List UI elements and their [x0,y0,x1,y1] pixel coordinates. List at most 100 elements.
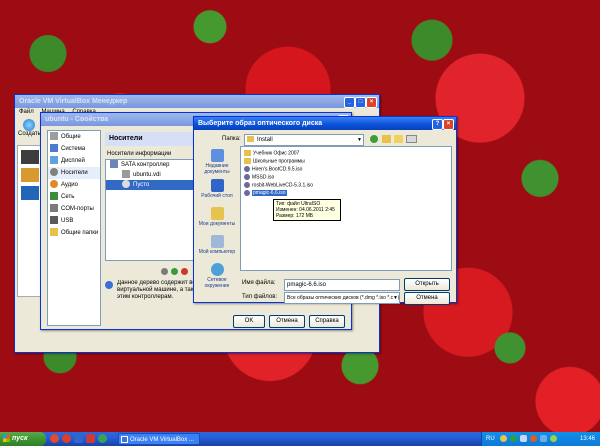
network-places-icon [210,263,224,276]
desktop-icon [210,179,224,192]
start-label: пуск [12,435,28,442]
maximize-button[interactable]: □ [355,97,366,108]
quicklaunch-icon[interactable] [98,434,107,443]
display-icon [50,156,58,165]
help-button[interactable]: Справка [309,315,345,328]
disc-image-icon [244,182,250,188]
quicklaunch-icon[interactable] [62,434,71,443]
storage-tree-header: Носители информации [107,151,172,157]
tray-icon[interactable] [500,435,507,442]
back-icon[interactable] [370,135,378,143]
file-tooltip: Тип: файл UltraISO Изменен: 04.06.2011 2… [273,199,341,221]
file-dialog-title: Выберите образ оптического диска [198,120,323,127]
quicklaunch-icon[interactable] [86,434,95,443]
settings-category-list: Общие Система Дисплей Носители Аудио Сет… [47,130,101,326]
file-dialog: Выберите образ оптического диска ? × Пап… [193,116,457,305]
filetype-label: Тип файлов: [242,294,278,300]
tooltip-size: Размер: 172 МБ [276,213,314,219]
remove-attachment-icon[interactable] [181,268,188,275]
place-my-computer[interactable]: Мой компьютер [197,235,237,255]
com-port-icon [50,204,58,213]
place-my-documents[interactable]: Мои документы [197,207,237,227]
category-display[interactable]: Дисплей [48,155,100,167]
add-controller-icon[interactable] [161,268,168,275]
clock[interactable]: 13:46 [580,432,595,446]
list-item[interactable]: MSSD.iso [244,174,274,180]
cd-icon [122,180,130,189]
file-dialog-titlebar[interactable]: Выберите образ оптического диска ? × [194,117,456,130]
audio-icon [50,180,58,189]
close-button[interactable]: × [443,119,454,130]
category-audio[interactable]: Аудио [48,179,100,191]
list-item[interactable]: pmagic-6.6.iso [244,190,287,197]
open-button[interactable]: Открыть [404,278,450,291]
start-button[interactable]: пуск [0,432,46,446]
vm-item[interactable] [21,186,39,200]
place-recent[interactable]: Недавние документы [197,149,237,175]
ok-button[interactable]: OK [233,315,265,328]
view-menu-icon[interactable] [406,135,417,143]
cancel-button[interactable]: Отмена [269,315,305,328]
windows-logo-icon [3,435,10,442]
tray-icon[interactable] [540,435,547,442]
quick-launch [50,434,114,444]
vm-item[interactable] [21,150,39,164]
vm-item[interactable] [21,168,39,182]
add-attachment-icon[interactable] [171,268,178,275]
folder-icon [244,150,251,156]
storage-icon [50,168,58,177]
system-icon [50,144,58,153]
chevron-down-icon: ▼ [357,137,362,143]
list-item[interactable]: Учебник Офис 2007 [244,150,299,156]
cancel-button[interactable]: Отмена [404,292,450,305]
taskbar-item-virtualbox[interactable]: Oracle VM VirtualBox ... [118,433,200,445]
category-storage[interactable]: Носители [48,167,100,179]
quicklaunch-icon[interactable] [74,434,83,443]
up-folder-icon[interactable] [382,135,391,143]
tray-icon[interactable] [550,435,557,442]
my-computer-icon [210,235,224,248]
filename-label: Имя файла: [242,280,276,286]
category-general[interactable]: Общие [48,131,100,143]
place-network[interactable]: Сетевое окружение [197,263,237,289]
disc-image-icon [244,190,250,196]
tray-icon[interactable] [530,435,537,442]
help-icon[interactable]: ? [432,119,443,130]
category-usb[interactable]: USB [48,215,100,227]
taskbar: пуск Oracle VM VirtualBox ... RU 13:46 [0,432,600,446]
settings-title: ubuntu - Свойства [45,116,109,123]
shared-folder-icon [50,228,58,237]
info-icon [105,281,113,289]
recent-documents-icon [210,149,224,162]
vbox-manager-title: Oracle VM VirtualBox Менеджер [19,98,128,105]
category-com-ports[interactable]: COM-порты [48,203,100,215]
place-desktop[interactable]: Рабочий стол [197,179,237,199]
controller-icon [110,160,118,169]
filetype-dropdown[interactable]: Все образы оптических дисков (*.dmg *.is… [284,292,400,304]
tray-icon[interactable] [510,435,517,442]
network-icon [50,192,58,201]
tray-icon[interactable] [520,435,527,442]
vbox-manager-titlebar[interactable]: Oracle VM VirtualBox Менеджер _ □ × [15,95,379,108]
look-in-dropdown[interactable]: Install ▼ [244,134,364,146]
category-system[interactable]: Система [48,143,100,155]
virtualbox-icon [121,436,128,443]
quicklaunch-icon[interactable] [50,434,59,443]
menu-file[interactable]: Файл [19,109,34,115]
chevron-down-icon: ▼ [393,293,398,303]
close-button[interactable]: × [366,97,377,108]
create-icon [23,119,35,131]
list-item[interactable]: Hiren's.BootCD.9.5.iso [244,166,302,172]
category-shared-folders[interactable]: Общие папки [48,227,100,239]
language-indicator[interactable]: RU [486,432,495,446]
minimize-button[interactable]: _ [344,97,355,108]
list-item[interactable]: rosbit-WebLiveCD-5.3.1.iso [244,182,313,188]
create-button[interactable]: Создать [18,119,41,143]
usb-icon [50,216,58,225]
filename-input[interactable]: pmagic-6.6.iso [284,279,400,291]
system-tray: RU 13:46 [481,432,600,446]
file-list: Учебник Офис 2007 Школьные программы Hir… [240,146,452,271]
list-item[interactable]: Школьные программы [244,158,305,164]
new-folder-icon[interactable] [394,135,403,143]
category-network[interactable]: Сеть [48,191,100,203]
